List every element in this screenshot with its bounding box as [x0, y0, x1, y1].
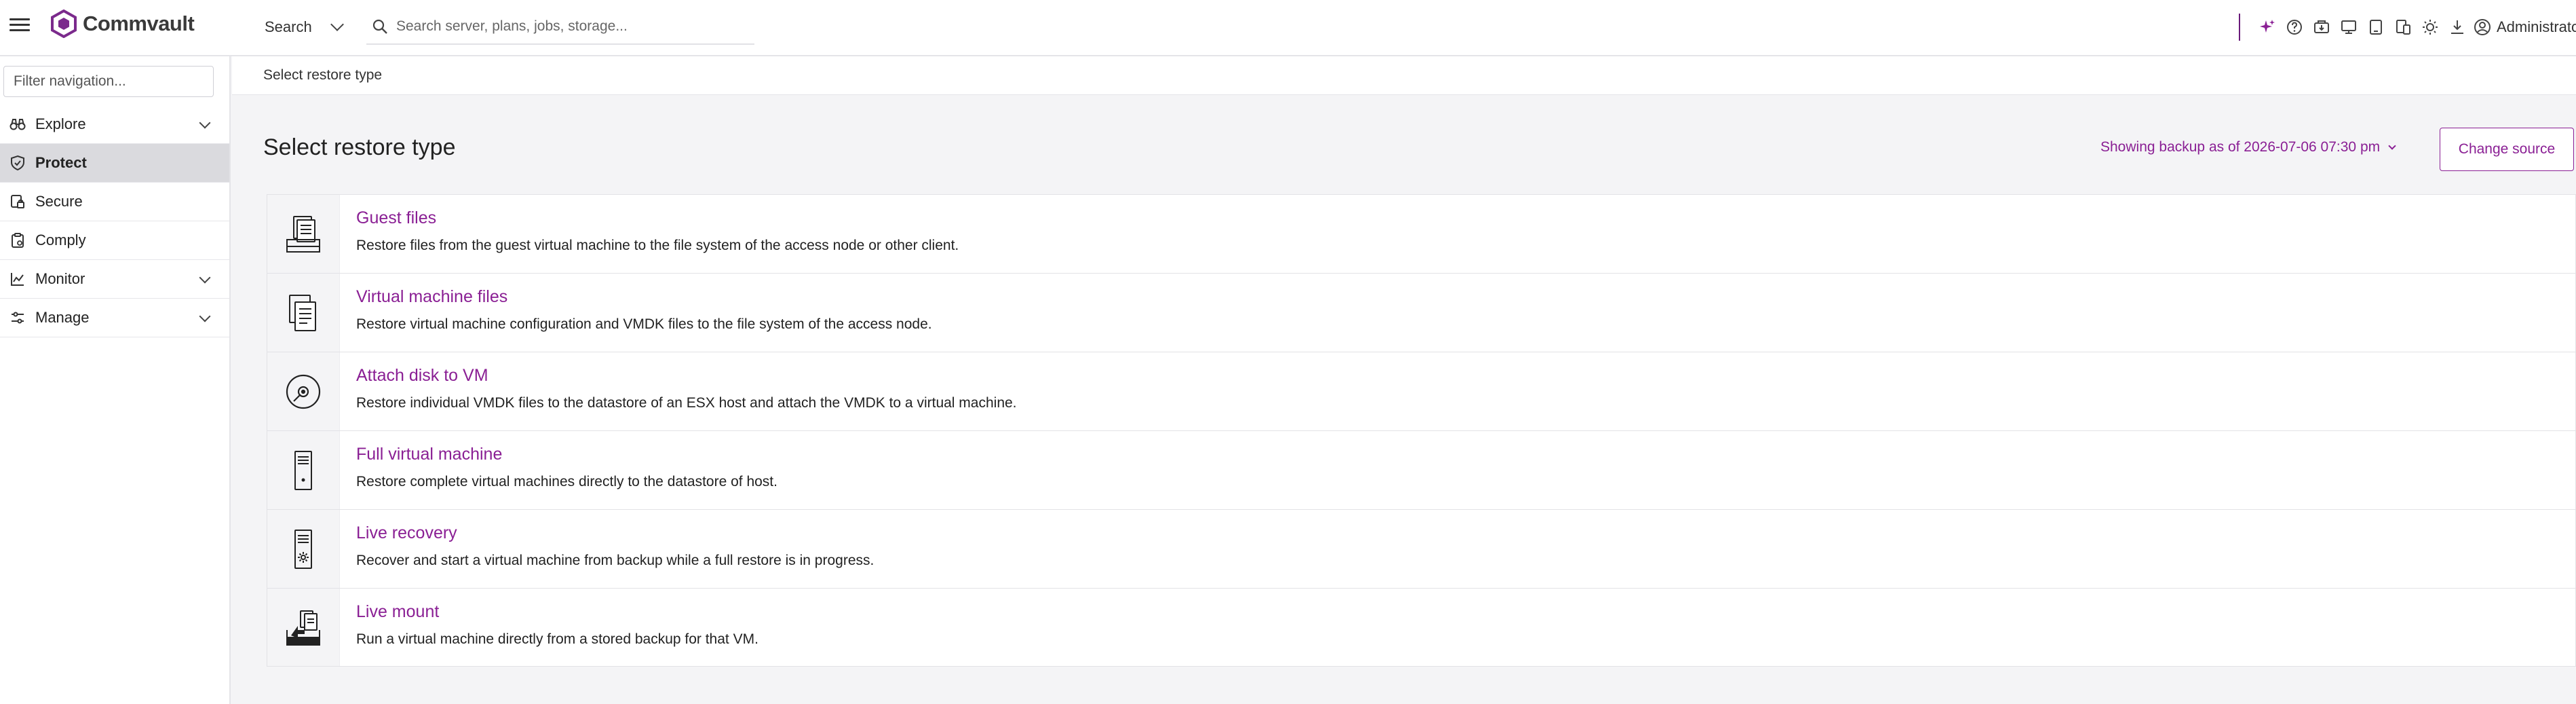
global-search	[366, 10, 754, 45]
filter-navigation-input[interactable]	[3, 66, 214, 97]
live-mount-icon	[286, 610, 320, 646]
sidebar-item-label: Explore	[35, 115, 86, 132]
user-name: Administrator	[2497, 18, 2576, 35]
vm-files-icon	[289, 294, 316, 331]
card-icon-area	[267, 274, 340, 352]
sidebar-item-label: Manage	[35, 309, 90, 326]
ai-sparkle-icon[interactable]	[2254, 14, 2281, 41]
chart-line-icon	[11, 273, 24, 286]
chevron-down-icon	[199, 272, 211, 284]
monitor-icon[interactable]	[2335, 14, 2362, 41]
download-icon[interactable]	[2444, 14, 2471, 41]
sidebar-item-monitor[interactable]: Monitor	[0, 260, 229, 299]
downloads-center-icon[interactable]	[2308, 14, 2335, 41]
restore-option-live-mount[interactable]: Live mount Run a virtual machine directl…	[267, 588, 2576, 667]
chevron-down-icon	[199, 310, 211, 322]
user-avatar-icon	[2474, 19, 2491, 35]
sidebar-item-explore[interactable]: Explore	[0, 105, 229, 144]
live-recovery-icon	[294, 529, 312, 569]
restore-option-description: Restore files from the guest virtual mac…	[356, 238, 959, 253]
sidebar-item-label: Protect	[35, 154, 87, 171]
restore-option-description: Restore complete virtual machines direct…	[356, 474, 777, 489]
card-icon-area	[267, 589, 340, 666]
card-body: Full virtual machine Restore complete vi…	[340, 431, 777, 509]
header-toolbar: Administrator	[2239, 12, 2576, 42]
chevron-down-icon	[199, 117, 211, 129]
brand-name: Commvault	[83, 12, 195, 35]
lock-shield-icon	[11, 195, 24, 208]
sliders-icon	[12, 312, 24, 324]
restore-option-vm-files[interactable]: Virtual machine files Restore virtual ma…	[267, 273, 2576, 352]
sidebar-item-protect[interactable]: Protect	[0, 144, 229, 183]
server-icon	[294, 450, 312, 490]
sidebar-item-label: Monitor	[35, 270, 85, 287]
restore-option-title[interactable]: Full virtual machine	[356, 445, 777, 464]
top-bar: Commvault Search Search server, plans, j…	[0, 0, 2576, 56]
restore-option-title[interactable]: Guest files	[356, 208, 959, 228]
main-content: Select restore type Select restore type …	[232, 56, 2576, 704]
card-icon-area	[267, 510, 340, 588]
disk-icon	[286, 374, 321, 409]
search-input[interactable]	[396, 18, 735, 35]
hamburger-menu-icon[interactable]	[9, 15, 30, 35]
commvault-logo-icon	[51, 10, 77, 38]
change-source-button[interactable]: Change source	[2440, 128, 2574, 171]
tablet-icon[interactable]	[2362, 14, 2389, 41]
restore-option-title[interactable]: Live recovery	[356, 523, 874, 543]
chevron-down-icon	[330, 18, 344, 31]
sidebar-nav: Explore Protect Secure Comply Monitor Ma…	[0, 105, 229, 337]
clipboard-icon	[12, 233, 24, 248]
search-scope-dropdown[interactable]: Search	[265, 14, 344, 41]
restore-option-title[interactable]: Live mount	[356, 602, 758, 622]
restore-option-description: Restore individual VMDK files to the dat…	[356, 395, 1017, 411]
card-body: Virtual machine files Restore virtual ma…	[340, 274, 932, 352]
card-body: Live mount Run a virtual machine directl…	[340, 589, 758, 666]
help-icon[interactable]	[2281, 14, 2308, 41]
card-body: Live recovery Recover and start a virtua…	[340, 510, 874, 588]
restore-option-guest-files[interactable]: Guest files Restore files from the guest…	[267, 194, 2576, 273]
sidebar-item-label: Comply	[35, 231, 86, 248]
card-body: Attach disk to VM Restore individual VMD…	[340, 352, 1017, 430]
card-icon-area	[267, 431, 340, 509]
page-title: Select restore type	[263, 134, 456, 160]
binoculars-icon	[9, 119, 26, 130]
search-scope-label: Search	[265, 18, 312, 35]
restore-option-full-vm[interactable]: Full virtual machine Restore complete vi…	[267, 430, 2576, 509]
sidebar: Explore Protect Secure Comply Monitor Ma…	[0, 56, 231, 704]
shield-check-icon	[11, 155, 24, 171]
breadcrumb-bar: Select restore type	[232, 56, 2576, 95]
toolbar-divider	[2239, 14, 2240, 41]
restore-option-attach-disk[interactable]: Attach disk to VM Restore individual VMD…	[267, 352, 2576, 430]
search-icon	[372, 19, 387, 34]
breadcrumb: Select restore type	[263, 67, 383, 83]
card-body: Guest files Restore files from the guest…	[340, 195, 959, 273]
sidebar-item-manage[interactable]: Manage	[0, 299, 229, 337]
card-icon-area	[267, 352, 340, 430]
restore-option-title[interactable]: Attach disk to VM	[356, 366, 1017, 386]
theme-icon[interactable]	[2417, 14, 2444, 41]
backup-time-selector[interactable]: Showing backup as of 2026-07-06 07:30 pm	[2100, 139, 2396, 155]
restore-option-description: Restore virtual machine configuration an…	[356, 316, 932, 332]
restore-option-live-recovery[interactable]: Live recovery Recover and start a virtua…	[267, 509, 2576, 588]
restore-option-title[interactable]: Virtual machine files	[356, 287, 932, 307]
restore-option-description: Run a virtual machine directly from a st…	[356, 631, 758, 647]
restore-type-list: Guest files Restore files from the guest…	[267, 194, 2576, 667]
restore-option-description: Recover and start a virtual machine from…	[356, 553, 874, 568]
guest-files-icon	[286, 215, 320, 253]
sidebar-item-label: Secure	[35, 193, 83, 210]
user-menu[interactable]: Administrator	[2474, 18, 2576, 36]
devices-icon[interactable]	[2389, 14, 2417, 41]
backup-time-label: Showing backup as of 2026-07-06 07:30 pm	[2100, 139, 2381, 155]
sidebar-item-comply[interactable]: Comply	[0, 221, 229, 260]
card-icon-area	[267, 195, 340, 273]
brand-logo[interactable]: Commvault	[50, 10, 195, 38]
chevron-down-icon	[2388, 141, 2396, 150]
sidebar-item-secure[interactable]: Secure	[0, 183, 229, 221]
